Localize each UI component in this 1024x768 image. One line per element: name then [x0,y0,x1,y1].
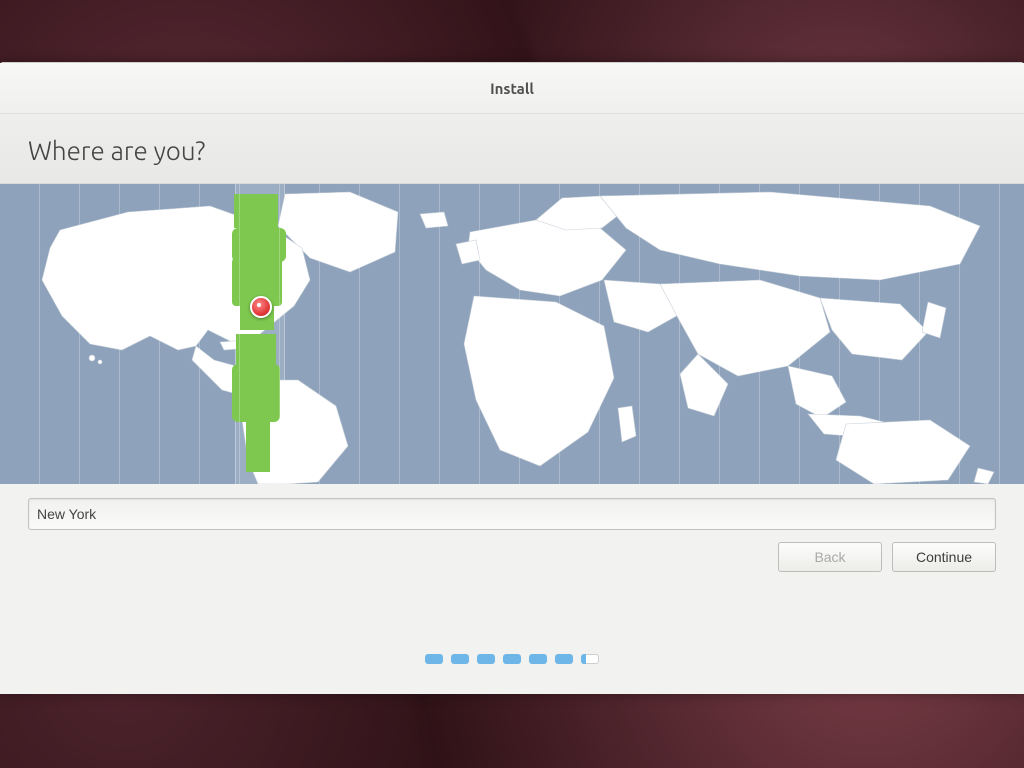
world-map-outline [0,184,1024,484]
step-header: Where are you? [0,114,1024,184]
desktop-wallpaper: Install Where are you? [0,0,1024,768]
step-heading: Where are you? [28,136,996,165]
progress-dot-current [581,654,599,664]
progress-dot [503,654,521,664]
location-input[interactable] [28,498,996,530]
progress-dot [529,654,547,664]
progress-dot [425,654,443,664]
back-button[interactable]: Back [778,542,882,572]
location-pin-icon [250,296,272,318]
installer-window: Install Where are you? [0,62,1024,694]
window-title: Install [490,80,534,97]
progress-dot [555,654,573,664]
navigation-buttons: Back Continue [0,530,1024,594]
timezone-map[interactable] [0,184,1024,484]
continue-button[interactable]: Continue [892,542,996,572]
progress-dot [451,654,469,664]
progress-dot [477,654,495,664]
window-titlebar: Install [0,63,1024,114]
location-field-row [0,484,1024,530]
slideshow-progress [0,594,1024,694]
